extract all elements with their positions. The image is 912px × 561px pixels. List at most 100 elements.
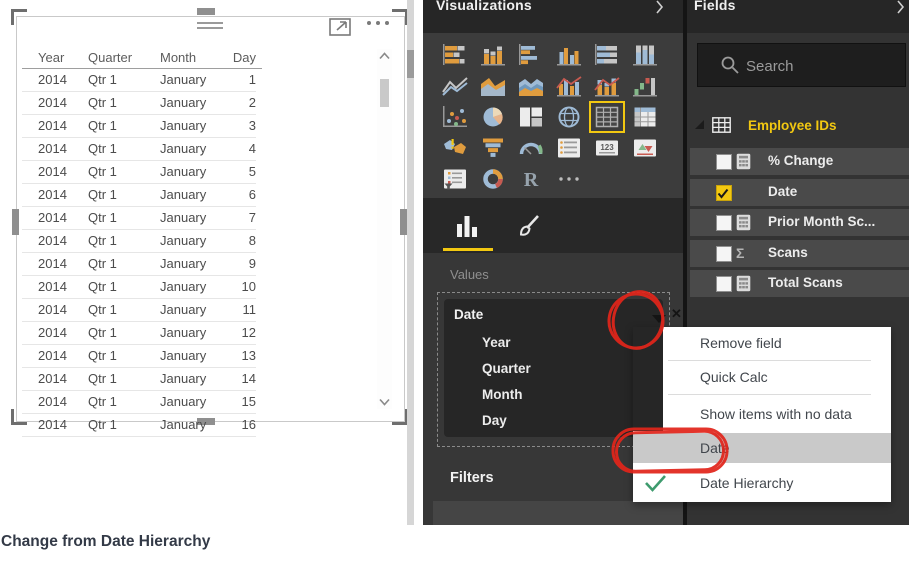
visual-type-stacked-column-chart-icon[interactable]	[479, 43, 507, 67]
field-well-card[interactable]: Date ✕ Year Quarter Month Day	[444, 299, 682, 437]
menu-item-date-hierarchy[interactable]: Date Hierarchy	[633, 463, 891, 503]
table-cell: 8	[230, 230, 256, 253]
selection-corner-bottom-right[interactable]	[392, 409, 408, 425]
canvas-scrollbar-thumb[interactable]	[407, 50, 414, 78]
filters-drop-area[interactable]	[433, 501, 683, 525]
table-grid-icon	[712, 117, 731, 133]
field-dropdown-icon[interactable]	[652, 315, 666, 323]
table-cell: 15	[230, 391, 256, 414]
visual-type-line-stacked-column-chart-icon[interactable]	[593, 74, 621, 98]
column-header-day[interactable]: Day	[230, 48, 256, 68]
visual-type-kpi-icon[interactable]	[631, 136, 659, 160]
column-header-year[interactable]: Year	[22, 48, 88, 68]
field-checkbox[interactable]	[716, 245, 732, 262]
tab-format[interactable]	[513, 213, 543, 246]
visual-type-gauge-icon[interactable]	[517, 136, 545, 160]
menu-item-date[interactable]: Date	[633, 433, 891, 463]
visual-type-waterfall-chart-icon[interactable]	[631, 74, 659, 98]
field-table-node[interactable]: Employee IDs	[687, 112, 909, 140]
visual-type-funnel-icon[interactable]	[479, 136, 507, 160]
visual-type-slicer-icon[interactable]	[441, 167, 469, 191]
field-row-date[interactable]: Date	[690, 178, 909, 206]
selection-handle-right[interactable]	[400, 209, 407, 235]
table-cell: Qtr 1	[88, 115, 160, 138]
collapse-fields-icon[interactable]	[896, 0, 905, 14]
visual-type-card-icon[interactable]: 123	[593, 136, 621, 160]
menu-item-remove-field[interactable]: Remove field	[633, 327, 891, 360]
table-cell: January	[160, 414, 230, 437]
menu-item-quick-calc[interactable]: Quick Calc	[633, 361, 891, 394]
scroll-down-icon[interactable]	[379, 398, 390, 406]
visual-type-area-chart-icon[interactable]	[479, 74, 507, 98]
scroll-up-icon[interactable]	[379, 52, 390, 60]
selection-corner-top-right[interactable]	[392, 9, 408, 25]
table-cell: 2014	[22, 184, 88, 207]
table-cell: Qtr 1	[88, 368, 160, 391]
table-cell: January	[160, 391, 230, 414]
visual-type-clustered-bar-chart-icon[interactable]	[517, 43, 545, 67]
table-cell: January	[160, 253, 230, 276]
table-cell: 2014	[22, 161, 88, 184]
field-row-scans[interactable]: Σ Scans	[690, 239, 909, 267]
visual-type-filled-map-icon[interactable]	[441, 136, 469, 160]
visual-type-line-clustered-column-chart-icon[interactable]	[555, 74, 583, 98]
field-dropdown-menu: Remove field Quick Calc Show items with no…	[633, 327, 891, 502]
remove-field-x-icon[interactable]: ✕	[671, 306, 682, 322]
visual-type-multi-row-card-icon[interactable]	[555, 136, 583, 160]
field-row-total-scans[interactable]: Total Scans	[690, 270, 909, 297]
table-scrollbar[interactable]	[377, 49, 392, 409]
visual-type-line-chart-icon[interactable]	[441, 74, 469, 98]
scrollbar-thumb[interactable]	[380, 79, 389, 107]
visual-type-treemap-icon[interactable]	[517, 105, 545, 129]
table-cell: January	[160, 92, 230, 115]
visual-type-scatter-chart-icon[interactable]	[441, 105, 469, 129]
well-field-name: Date	[454, 307, 484, 322]
visual-type-clustered-column-chart-icon[interactable]	[555, 43, 583, 67]
visual-type-more-options-icon[interactable]	[555, 167, 583, 191]
visual-type-stacked-area-chart-icon[interactable]	[517, 74, 545, 98]
hierarchy-level-year[interactable]: Year	[482, 334, 531, 352]
canvas-scrollbar[interactable]	[407, 0, 414, 525]
table-cell: 2014	[22, 414, 88, 437]
table-cell: 2014	[22, 115, 88, 138]
table-cell: 12	[230, 322, 256, 345]
hierarchy-level-day[interactable]: Day	[482, 412, 531, 430]
field-row--change[interactable]: % Change	[690, 148, 909, 175]
more-options-icon[interactable]	[364, 14, 394, 33]
table-cell: Qtr 1	[88, 184, 160, 207]
search-input[interactable]	[744, 52, 898, 80]
field-row-prior-month-sc[interactable]: Prior Month Sc...	[690, 209, 909, 236]
drag-handle-icon[interactable]	[197, 22, 223, 29]
visual-type-stacked-bar-chart-icon[interactable]	[441, 43, 469, 67]
visual-type-r-script-visual-icon[interactable]: R	[517, 167, 545, 191]
search-box[interactable]	[697, 43, 906, 87]
focus-mode-icon[interactable]	[329, 17, 352, 41]
field-checkbox[interactable]	[716, 215, 732, 231]
column-header-quarter[interactable]: Quarter	[88, 48, 160, 68]
visual-type-map-icon[interactable]	[555, 105, 583, 129]
hierarchy-level-quarter[interactable]: Quarter	[482, 360, 531, 378]
hierarchy-level-month[interactable]: Month	[482, 386, 531, 404]
table-cell: Qtr 1	[88, 138, 160, 161]
visual-type-hundred-stacked-column-chart-icon[interactable]	[631, 43, 659, 67]
collapse-pane-icon[interactable]	[655, 0, 664, 14]
selection-handle-left[interactable]	[12, 209, 19, 235]
visual-type-hundred-stacked-bar-chart-icon[interactable]	[593, 43, 621, 67]
field-checkbox[interactable]	[716, 276, 732, 292]
tab-fields[interactable]	[453, 212, 481, 245]
expand-collapse-icon[interactable]	[694, 119, 705, 130]
field-checkbox-checked[interactable]	[716, 184, 732, 201]
menu-gutter-overlay	[633, 327, 663, 431]
paintbrush-icon	[519, 215, 539, 236]
column-header-month[interactable]: Month	[160, 48, 230, 68]
sum-icon: Σ	[736, 244, 745, 261]
visual-type-pie-chart-icon[interactable]	[479, 105, 507, 129]
selection-corner-top-left[interactable]	[11, 9, 27, 25]
selection-handle-top[interactable]	[197, 8, 215, 15]
menu-item-show-items-with-no-data[interactable]: Show items with no data	[633, 395, 891, 433]
table-cell: January	[160, 230, 230, 253]
visual-type-matrix-icon[interactable]	[631, 105, 659, 129]
visual-type-donut-chart-icon[interactable]	[479, 167, 507, 191]
visual-type-table-icon[interactable]	[589, 101, 625, 133]
field-checkbox[interactable]	[716, 154, 732, 170]
